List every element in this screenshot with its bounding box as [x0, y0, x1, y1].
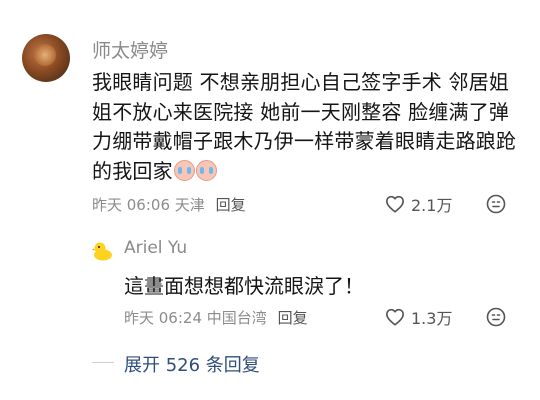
expand-replies-button[interactable]: 展开 526 条回复	[124, 351, 260, 377]
reply-location: 中国台湾	[206, 309, 267, 327]
reply-time: 昨天 06:24	[124, 309, 202, 327]
reply-meta: 昨天 06:24 中国台湾 回复	[124, 307, 308, 328]
comment-time: 昨天 06:06	[92, 196, 170, 214]
emoji-face-icon[interactable]	[486, 194, 506, 214]
comment-location: 天津	[174, 196, 205, 214]
crying-emoji-icon	[195, 159, 217, 181]
reply-reply-button[interactable]: 回复	[278, 309, 308, 327]
avatar[interactable]	[22, 34, 70, 82]
heart-outline-icon	[386, 195, 404, 213]
comment-meta: 昨天 06:06 天津 回复	[92, 194, 246, 215]
heart-outline-icon	[386, 308, 404, 326]
crying-emoji-icon	[173, 159, 195, 181]
comment-text-content: 我眼睛问题 不想亲朋担心自己签字手术 邻居姐姐不放心来医院接 她前一天刚整容 脸…	[92, 70, 517, 183]
reply-username[interactable]: Ariel Yu	[124, 238, 187, 258]
emoji-face-icon[interactable]	[486, 307, 506, 327]
comment-text: 我眼睛问题 不想亲朋担心自己签字手术 邻居姐姐不放心来医院接 她前一天刚整容 脸…	[92, 68, 522, 186]
like-count: 2.1万	[411, 196, 453, 215]
reply-text: 這畫面想想都快流眼淚了！	[124, 274, 364, 298]
like-button[interactable]: 2.1万	[385, 192, 452, 216]
reply-like-button[interactable]: 1.3万	[385, 305, 452, 329]
reply-button[interactable]: 回复	[216, 196, 246, 214]
reply-like-count: 1.3万	[411, 309, 453, 328]
divider	[92, 362, 114, 363]
comment-username[interactable]: 师太婷婷	[92, 36, 168, 63]
duck-avatar-icon[interactable]	[92, 240, 114, 262]
